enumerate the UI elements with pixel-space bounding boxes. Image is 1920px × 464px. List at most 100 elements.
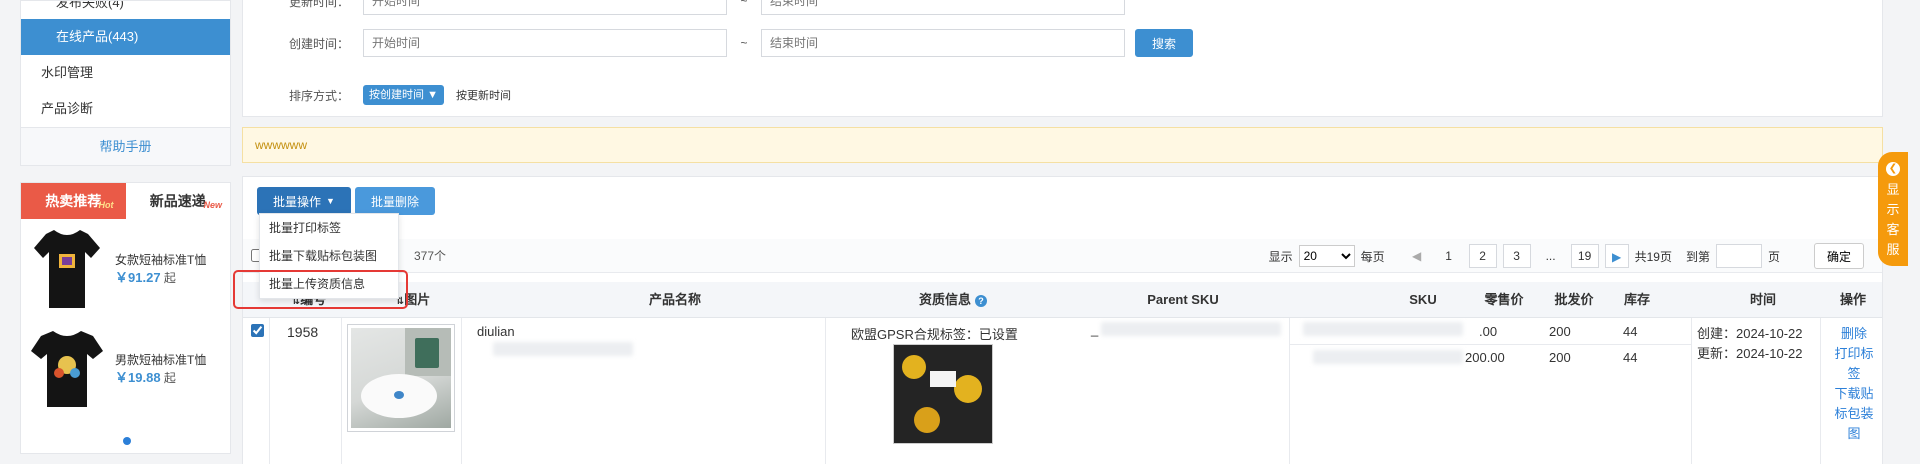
sunflower: [914, 407, 940, 433]
sidebar-item-publish-failed[interactable]: 发布失败(4): [21, 1, 230, 19]
create-time-value: 2024-10-22: [1736, 326, 1803, 341]
product-image[interactable]: [347, 324, 455, 432]
create-time-row: 创建时间： ~ 搜索: [243, 29, 1193, 57]
sunflower: [954, 375, 982, 403]
page-size-select[interactable]: 20: [1298, 245, 1355, 267]
sidebar-item-watermark[interactable]: 水印管理: [21, 55, 230, 91]
list-toolbar: 377个 显示 20 每页 ◀ 1 2 3 ... 19 ▶ 共19页 到第 页…: [243, 239, 1882, 273]
pagination: 显示 20 每页 ◀ 1 2 3 ... 19 ▶ 共19页 到第 页 确定: [1269, 243, 1864, 269]
sort-by-create-button[interactable]: 按创建时间 ▼: [363, 85, 444, 105]
caret-down-icon: ▼: [427, 89, 438, 101]
total-pages: 共19页: [1634, 249, 1672, 264]
service-label: 显示客服: [1886, 182, 1900, 257]
th-qual-label: 资质信息: [918, 292, 971, 307]
tab-new[interactable]: 新品速递 New: [126, 183, 231, 219]
batch-ops-button[interactable]: 批量操作 ▼: [257, 187, 351, 215]
qual-status: 欧盟GPSR合规标签：已设置: [851, 327, 1018, 342]
sidebar-item-diagnosis[interactable]: 产品诊断: [21, 91, 230, 127]
goto-page-input[interactable]: [1715, 244, 1762, 268]
filter-panel: 更新时间： ~ 创建时间： ~ 搜索 排序方式： 按创建时间 ▼ 按更新时间: [242, 0, 1883, 117]
table-row[interactable]: 1958 diulian 欧盟GPSR合规标签：已设置 _ .00 200 44…: [243, 318, 1882, 464]
product-name[interactable]: 女款短袖标准T恤: [115, 251, 206, 269]
download-label-link[interactable]: 下载贴标包装图: [1831, 384, 1877, 444]
label-sticker: [930, 371, 956, 387]
confirm-goto-button[interactable]: 确定: [1813, 243, 1864, 269]
page-19[interactable]: 19: [1570, 244, 1599, 268]
new-badge: New: [203, 200, 222, 210]
product-list-panel: 批量操作 ▼ 批量删除 377个 显示 20 每页 ◀ 1 2 3 ... 19…: [242, 176, 1883, 464]
range-separator: ~: [740, 0, 748, 8]
batch-delete-button[interactable]: 批量删除: [354, 187, 435, 215]
next-page-icon[interactable]: ▶: [1604, 244, 1629, 268]
product-currency: ￥: [115, 370, 129, 385]
th-time: 时间: [1749, 292, 1776, 307]
product-price: 19.88: [128, 370, 161, 385]
th-image-label: 图片: [404, 292, 431, 307]
tshirt-icon: [34, 230, 100, 308]
create-start-input[interactable]: [363, 29, 727, 57]
prev-page-icon[interactable]: ◀: [1405, 244, 1429, 268]
product-name[interactable]: 男款短袖标准T恤: [115, 351, 206, 369]
sku-wholesale: 200: [1549, 324, 1571, 339]
bathmat-photo: [351, 328, 451, 428]
product-thumbnail[interactable]: [27, 323, 107, 415]
page-ellipsis: ...: [1545, 249, 1556, 263]
sidebar-item-online-products[interactable]: 在线产品(443): [21, 19, 230, 55]
update-end-input[interactable]: [761, 0, 1125, 15]
tab-hot[interactable]: 热卖推荐 Hot: [21, 183, 126, 219]
sku-stock: 44: [1623, 350, 1638, 365]
qual-label-image[interactable]: [893, 344, 993, 444]
row-id: 1958: [287, 324, 319, 340]
row-checkbox[interactable]: [251, 324, 264, 337]
page-2[interactable]: 2: [1468, 244, 1497, 268]
sku-row-divider: [1289, 344, 1691, 345]
print-label-link[interactable]: 打印标签: [1831, 344, 1877, 384]
product-currency: ￥: [115, 270, 129, 285]
product-thumbnail[interactable]: [27, 223, 107, 315]
chevron-left-icon: ❮: [1886, 162, 1900, 176]
blurred-text: [493, 342, 633, 356]
th-retail: 零售价: [1484, 292, 1524, 307]
blurred-text: [1313, 350, 1463, 364]
highlight-box: [233, 270, 408, 309]
th-wholesale: 批发价: [1554, 292, 1594, 307]
promo-product[interactable]: 男款短袖标准T恤 ￥19.88 起: [21, 319, 230, 419]
th-name: 产品名称: [648, 292, 701, 307]
promo-panel: 热卖推荐 Hot 新品速递 New 女款短袖标准T恤 ￥91.27 起 男款短袖…: [20, 182, 231, 454]
row-ops: 删除 打印标签 下载贴标包装图: [1831, 324, 1877, 444]
blurred-text: [1303, 322, 1463, 336]
sku-retail: 200.00: [1465, 350, 1505, 365]
goto-label: 到第: [1685, 249, 1710, 264]
create-time-label: 创建：: [1697, 326, 1737, 341]
tab-hot-label: 热卖推荐: [45, 193, 102, 209]
delete-link[interactable]: 删除: [1831, 324, 1877, 344]
help-icon[interactable]: ?: [975, 294, 987, 307]
notice-bar: wwwwww: [242, 127, 1883, 163]
show-label: 显示: [1268, 249, 1293, 264]
customer-service-tab[interactable]: ❮ 显示客服: [1878, 152, 1908, 266]
update-time-value: 2024-10-22: [1736, 346, 1803, 361]
page-unit: 页: [1767, 249, 1780, 264]
page-1[interactable]: 1: [1435, 244, 1463, 268]
create-end-input[interactable]: [761, 29, 1125, 57]
update-time-label: 更新：: [1697, 346, 1737, 361]
help-manual-link[interactable]: 帮助手册: [21, 127, 230, 165]
carousel-dot[interactable]: [123, 437, 131, 445]
sku-wholesale: 200: [1549, 350, 1571, 365]
update-start-input[interactable]: [363, 0, 727, 15]
towel: [415, 338, 439, 368]
sort-label: 排序方式：: [288, 88, 349, 103]
page-3[interactable]: 3: [1502, 244, 1531, 268]
total-count: 377个: [414, 249, 447, 263]
create-time-label: 创建时间：: [288, 36, 349, 51]
promo-product[interactable]: 女款短袖标准T恤 ￥91.27 起: [21, 219, 230, 319]
batch-print-label-item[interactable]: 批量打印标签: [260, 214, 398, 242]
batch-download-item[interactable]: 批量下载贴标包装图: [260, 242, 398, 270]
search-button[interactable]: 搜索: [1135, 29, 1193, 57]
blurred-text: [1101, 322, 1281, 336]
product-name[interactable]: diulian: [477, 324, 515, 339]
mat-logo: [394, 391, 404, 399]
product-price: 91.27: [128, 270, 161, 285]
price-suffix: 起: [163, 271, 176, 285]
sort-by-update-link[interactable]: 按更新时间: [456, 87, 511, 103]
